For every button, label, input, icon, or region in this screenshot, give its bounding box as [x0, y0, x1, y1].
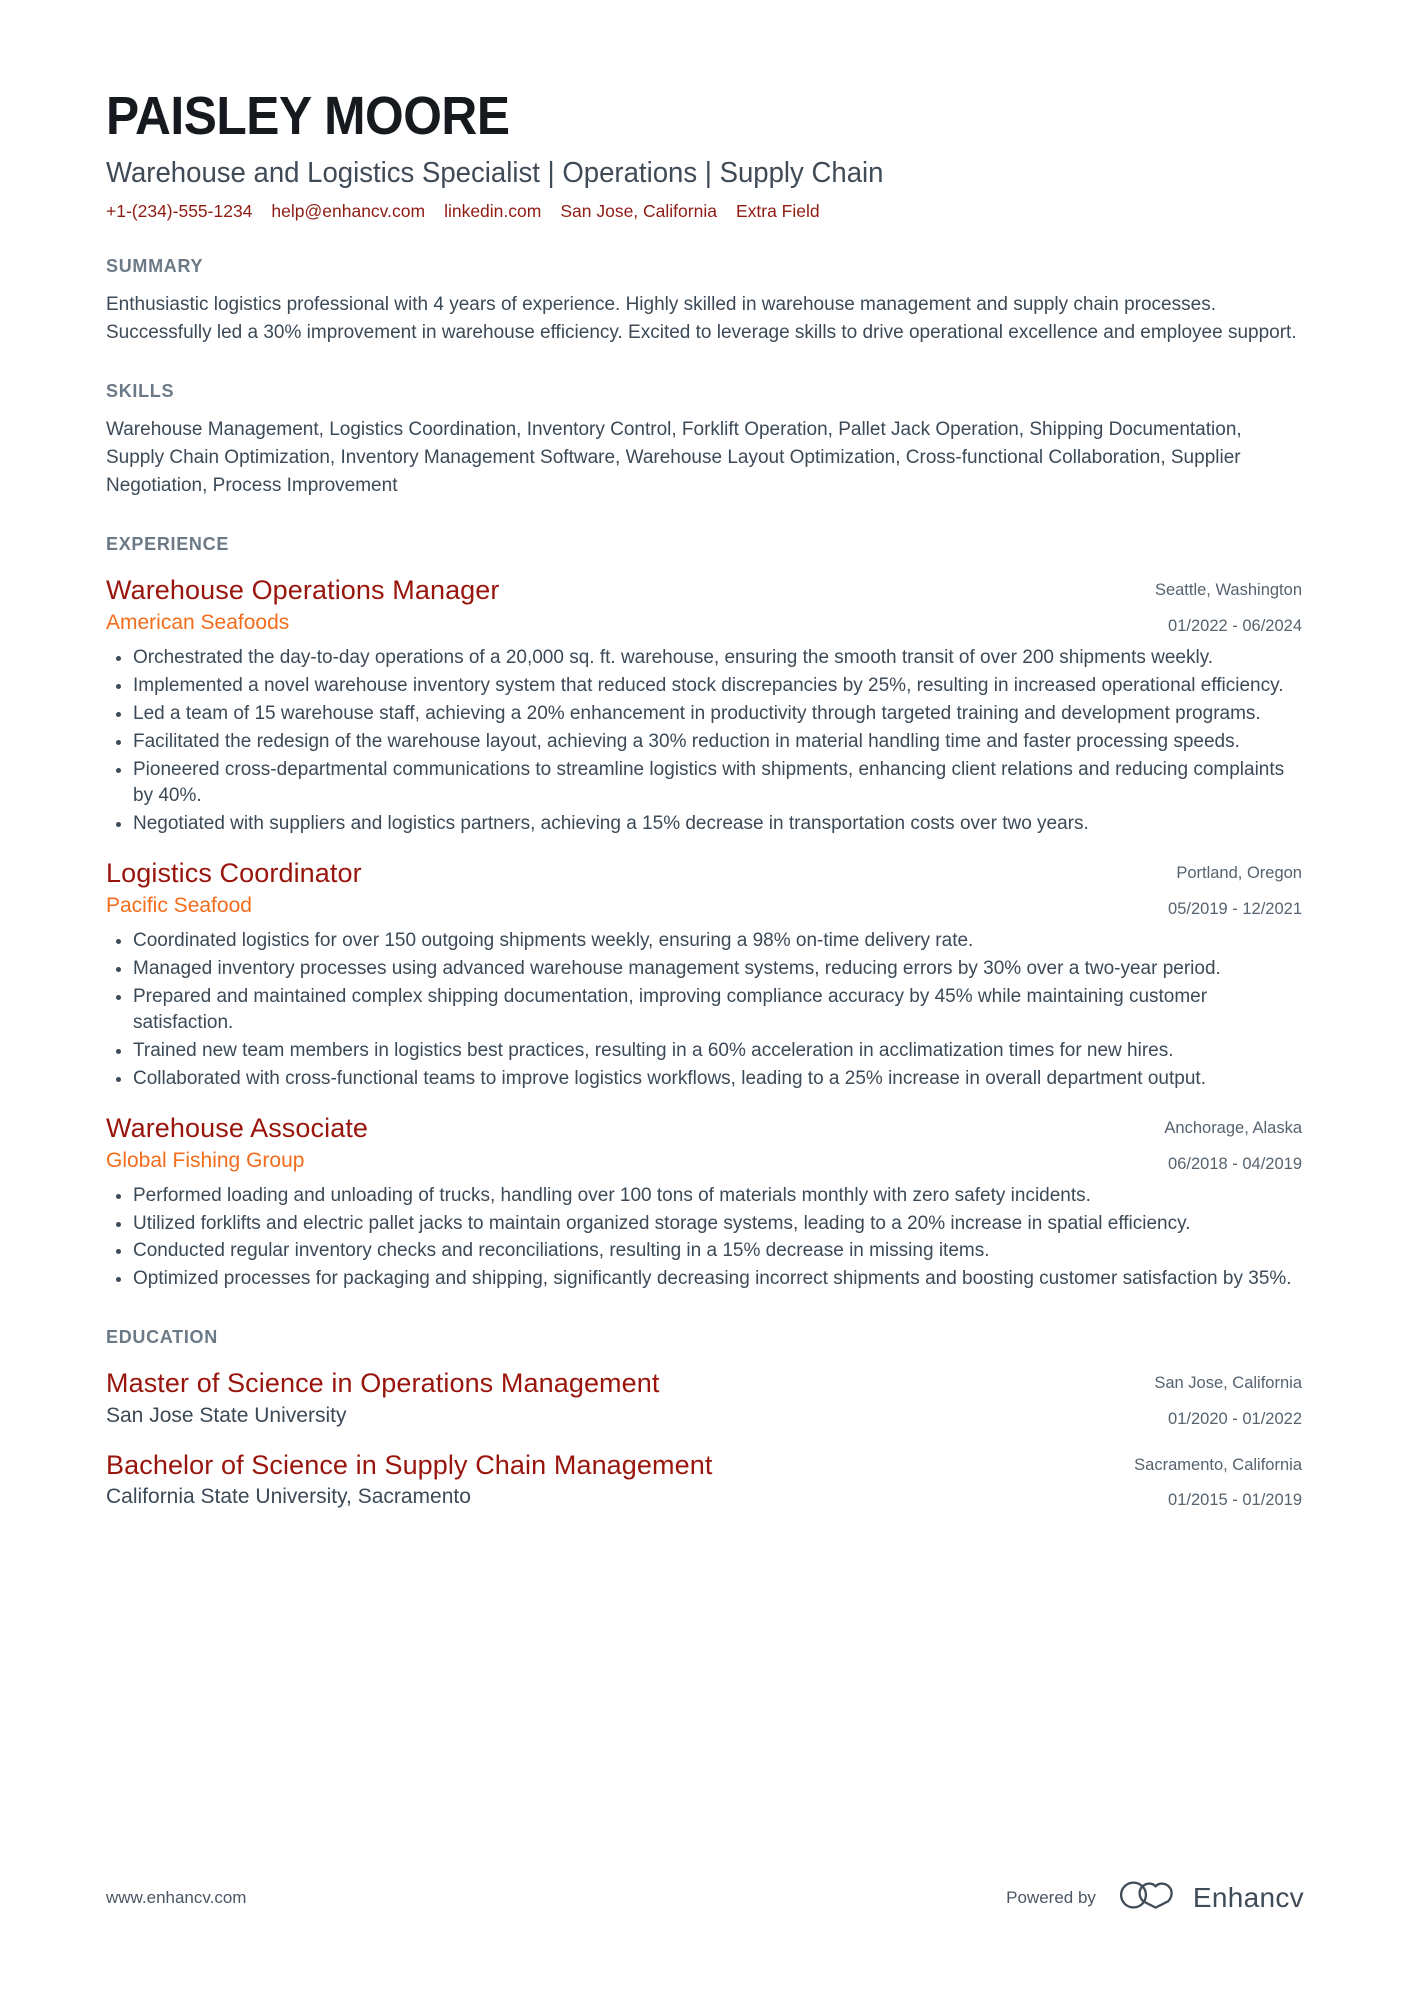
- education-entry-left: Master of Science in Operations Manageme…: [106, 1368, 1130, 1429]
- section-skills: SKILLS Warehouse Management, Logistics C…: [106, 381, 1302, 500]
- candidate-headline: Warehouse and Logistics Specialist | Ope…: [106, 156, 884, 189]
- enhancv-wordmark: Enhancv: [1192, 1881, 1304, 1913]
- section-title-experience: EXPERIENCE: [106, 534, 230, 555]
- section-title-summary: SUMMARY: [106, 255, 204, 276]
- contact-extra-field: Extra Field: [735, 200, 820, 221]
- skills-text: Warehouse Management, Logistics Coordina…: [106, 419, 1242, 497]
- job-bullet: Trained new team members in logistics be…: [106, 1038, 1302, 1065]
- experience-entry-head: Logistics Coordinator Pacific Seafood Po…: [106, 858, 1302, 919]
- section-education: EDUCATION Master of Science in Operation…: [106, 1327, 1302, 1510]
- job-bullet: Performed loading and unloading of truck…: [106, 1183, 1302, 1210]
- company-name: Global Fishing Group: [106, 1149, 305, 1173]
- education-entry-meta: Sacramento, California 01/2015 - 01/2019: [1110, 1450, 1302, 1509]
- experience-entry-head: Warehouse Associate Global Fishing Group…: [106, 1113, 1302, 1174]
- job-location: Seattle, Washington: [1154, 581, 1302, 600]
- education-entry-head: Bachelor of Science in Supply Chain Mana…: [106, 1450, 1302, 1511]
- job-bullet: Implemented a novel warehouse inventory …: [106, 673, 1302, 700]
- job-bullet: Orchestrated the day-to-day operations o…: [106, 645, 1302, 672]
- job-bullet: Collaborated with cross-functional teams…: [106, 1066, 1302, 1093]
- enhancv-logo: Enhancv: [1118, 1878, 1304, 1917]
- job-bullet: Led a team of 15 warehouse staff, achiev…: [106, 701, 1302, 728]
- school-location: Sacramento, California: [1134, 1455, 1302, 1474]
- experience-entry-meta: Portland, Oregon 05/2019 - 12/2021: [1144, 858, 1302, 917]
- education-entry: Master of Science in Operations Manageme…: [106, 1368, 1302, 1429]
- experience-entry: Logistics Coordinator Pacific Seafood Po…: [106, 858, 1302, 1093]
- section-title-education: EDUCATION: [106, 1327, 218, 1348]
- education-entry-meta: San Jose, California 01/2020 - 01/2022: [1130, 1368, 1302, 1427]
- experience-entry-head: Warehouse Operations Manager American Se…: [106, 575, 1302, 636]
- education-entry-left: Bachelor of Science in Supply Chain Mana…: [106, 1450, 1110, 1511]
- job-bullets: Performed loading and unloading of truck…: [106, 1183, 1302, 1294]
- experience-entry: Warehouse Associate Global Fishing Group…: [106, 1113, 1302, 1293]
- job-bullets: Coordinated logistics for over 150 outgo…: [106, 928, 1302, 1094]
- section-title-skills: SKILLS: [106, 381, 175, 402]
- powered-by-label: Powered by: [1006, 1887, 1096, 1907]
- job-bullet: Facilitated the redesign of the warehous…: [106, 729, 1302, 756]
- school-dates: 01/2020 - 01/2022: [1168, 1409, 1302, 1428]
- job-title: Warehouse Associate: [106, 1113, 369, 1144]
- section-summary: SUMMARY Enthusiastic logistics professio…: [106, 256, 1302, 347]
- candidate-name: PAISLEY MOORE: [106, 86, 510, 146]
- school-location: San Jose, California: [1154, 1374, 1302, 1393]
- experience-entry: Warehouse Operations Manager American Se…: [106, 575, 1302, 838]
- page-footer: www.enhancv.com Powered by Enhancv: [106, 1878, 1304, 1917]
- job-dates: 05/2019 - 12/2021: [1168, 899, 1302, 918]
- school-dates: 01/2015 - 01/2019: [1168, 1490, 1302, 1509]
- experience-entry-meta: Seattle, Washington 01/2022 - 06/2024: [1131, 575, 1302, 634]
- contact-row: +1-(234)-555-1234 help@enhancv.com linke…: [106, 201, 1302, 222]
- job-bullet: Coordinated logistics for over 150 outgo…: [106, 928, 1302, 955]
- contact-email[interactable]: help@enhancv.com: [271, 201, 425, 222]
- degree-title: Master of Science in Operations Manageme…: [106, 1368, 660, 1399]
- school-name: California State University, Sacramento: [106, 1485, 471, 1509]
- footer-website-url[interactable]: www.enhancv.com: [106, 1888, 246, 1908]
- job-location: Portland, Oregon: [1176, 864, 1302, 883]
- experience-entry-left: Logistics Coordinator Pacific Seafood: [106, 858, 1144, 919]
- job-location: Anchorage, Alaska: [1164, 1119, 1302, 1138]
- section-experience: EXPERIENCE Warehouse Operations Manager …: [106, 534, 1302, 1293]
- job-bullet: Optimized processes for packaging and sh…: [106, 1266, 1302, 1293]
- job-bullet: Prepared and maintained complex shipping…: [106, 984, 1302, 1038]
- job-dates: 01/2022 - 06/2024: [1168, 616, 1302, 635]
- summary-text: Enthusiastic logistics professional with…: [106, 293, 1297, 344]
- job-bullet: Utilized forklifts and electric pallet j…: [106, 1211, 1302, 1238]
- company-name: Pacific Seafood: [106, 894, 252, 918]
- company-name: American Seafoods: [106, 611, 290, 635]
- school-name: San Jose State University: [106, 1404, 347, 1428]
- experience-entry-meta: Anchorage, Alaska 06/2018 - 04/2019: [1140, 1113, 1302, 1172]
- education-entry-head: Master of Science in Operations Manageme…: [106, 1368, 1302, 1429]
- enhancv-infinity-heart-icon: [1118, 1878, 1180, 1917]
- education-entry: Bachelor of Science in Supply Chain Mana…: [106, 1450, 1302, 1511]
- job-dates: 06/2018 - 04/2019: [1168, 1154, 1302, 1173]
- job-bullet: Conducted regular inventory checks and r…: [106, 1238, 1302, 1265]
- experience-entry-left: Warehouse Associate Global Fishing Group: [106, 1113, 1140, 1174]
- footer-branding: Powered by Enhancv: [1006, 1878, 1304, 1917]
- contact-location: San Jose, California: [560, 200, 717, 221]
- job-title: Warehouse Operations Manager: [106, 575, 500, 606]
- resume-page: PAISLEY MOORE Warehouse and Logistics Sp…: [0, 0, 1410, 1995]
- resume-header: PAISLEY MOORE Warehouse and Logistics Sp…: [106, 88, 1302, 222]
- resume-content: PAISLEY MOORE Warehouse and Logistics Sp…: [106, 0, 1302, 1511]
- experience-entry-left: Warehouse Operations Manager American Se…: [106, 575, 1131, 636]
- contact-linkedin[interactable]: linkedin.com: [444, 201, 541, 222]
- job-bullet: Pioneered cross-departmental communicati…: [106, 757, 1302, 811]
- job-bullet: Managed inventory processes using advanc…: [106, 956, 1302, 983]
- degree-title: Bachelor of Science in Supply Chain Mana…: [106, 1449, 713, 1480]
- job-title: Logistics Coordinator: [106, 858, 362, 889]
- job-bullets: Orchestrated the day-to-day operations o…: [106, 645, 1302, 839]
- contact-phone[interactable]: +1-(234)-555-1234: [106, 201, 252, 222]
- job-bullet: Negotiated with suppliers and logistics …: [106, 811, 1302, 838]
